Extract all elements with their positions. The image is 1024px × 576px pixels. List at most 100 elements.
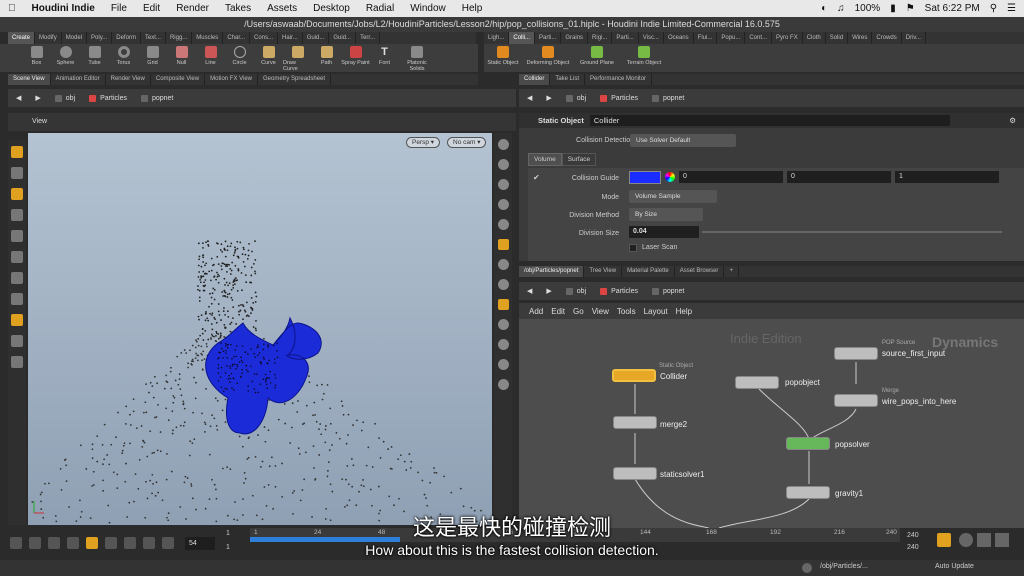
- back-arrow-icon[interactable]: ◀: [527, 287, 532, 295]
- wifi-icon[interactable]: ◐: [821, 3, 827, 14]
- tab-render-view[interactable]: Render View: [106, 74, 151, 85]
- tool-draw-curve[interactable]: Draw Curve: [283, 44, 312, 72]
- path-obj[interactable]: obj: [565, 94, 586, 102]
- tab-tree-view[interactable]: Tree View: [584, 266, 623, 277]
- color-wheel-icon[interactable]: [665, 172, 675, 182]
- home-icon[interactable]: [497, 379, 509, 390]
- shelf-tab[interactable]: Char...: [223, 32, 250, 44]
- tab-performance-monitor[interactable]: Performance Monitor: [585, 74, 653, 85]
- tab-animation-editor[interactable]: Animation Editor: [51, 74, 106, 85]
- ghost-icon[interactable]: [497, 159, 509, 170]
- shelf-tab[interactable]: Crowds: [872, 32, 902, 44]
- tool-tube[interactable]: Tube: [80, 44, 109, 72]
- shelf-tab[interactable]: Deform: [112, 32, 141, 44]
- shelf-tab[interactable]: Parti...: [612, 32, 639, 44]
- grid-view-icon[interactable]: [497, 359, 509, 370]
- tool-spray-paint[interactable]: Spray Paint: [341, 44, 370, 72]
- shelf-tab[interactable]: Oceans: [664, 32, 694, 44]
- shelf-tab[interactable]: Solid: [826, 32, 849, 44]
- tab-material-palette[interactable]: Material Palette: [622, 266, 675, 277]
- node-gravity1[interactable]: [786, 486, 830, 499]
- laser-scan-checkbox[interactable]: [629, 244, 637, 252]
- forward-arrow-icon[interactable]: ▶: [35, 94, 40, 102]
- wireframe-icon[interactable]: [497, 219, 509, 230]
- menu-go[interactable]: Go: [573, 307, 584, 316]
- node-source-first-input[interactable]: [834, 347, 878, 360]
- tool-curve[interactable]: Curve: [254, 44, 283, 72]
- division-method-dropdown[interactable]: By Size: [629, 208, 703, 221]
- node-merge2[interactable]: [613, 416, 657, 429]
- persp-icon[interactable]: [497, 239, 509, 250]
- division-size-slider[interactable]: [702, 231, 1002, 233]
- path-particles[interactable]: Particles: [600, 287, 638, 295]
- normals-icon[interactable]: [497, 279, 509, 290]
- menu-tools[interactable]: Tools: [617, 307, 636, 316]
- shelf-tab[interactable]: Text...: [141, 32, 166, 44]
- tab-network-path[interactable]: /obj/Particles/popnet: [519, 266, 585, 277]
- guide-g-field[interactable]: 0: [787, 171, 891, 183]
- mode-dropdown[interactable]: Volume Sample: [629, 190, 717, 203]
- collision-detection-dropdown[interactable]: Use Solver Default: [630, 134, 736, 147]
- clock[interactable]: Sat 6:22 PM: [925, 3, 980, 14]
- gear-icon[interactable]: ⚙: [1009, 116, 1016, 125]
- shelf-tab[interactable]: Terr...: [356, 32, 381, 44]
- backface-icon[interactable]: [497, 339, 509, 350]
- tab-asset-browser[interactable]: Asset Browser: [675, 266, 725, 277]
- shelf-tab[interactable]: Cloth: [803, 32, 826, 44]
- tool-grid[interactable]: Grid: [138, 44, 167, 72]
- auto-update-dropdown[interactable]: Auto Update: [935, 563, 974, 570]
- menu-add[interactable]: Add: [529, 307, 543, 316]
- guide-r-field[interactable]: 0: [679, 171, 783, 183]
- tab-volume[interactable]: Volume: [528, 153, 562, 166]
- render-icon[interactable]: [11, 314, 23, 326]
- shelf-tab[interactable]: Muscles: [192, 32, 224, 44]
- node-wire-pops-into-here[interactable]: [834, 394, 878, 407]
- path-popnet[interactable]: popnet: [140, 94, 173, 102]
- forward-arrow-icon[interactable]: ▶: [546, 287, 551, 295]
- menu-desktop[interactable]: Desktop: [313, 3, 350, 14]
- shelf-tab[interactable]: Colli...: [509, 32, 536, 44]
- battery-icon[interactable]: ▮: [890, 3, 896, 14]
- node-name-field[interactable]: Collider: [589, 115, 950, 126]
- points-icon[interactable]: [497, 259, 509, 270]
- shelf-tab[interactable]: Hair...: [278, 32, 303, 44]
- tool-terrain-object[interactable]: Terrain Object: [620, 44, 668, 72]
- shelf-tab[interactable]: Popu...: [717, 32, 746, 44]
- tab-geometry-spreadsheet[interactable]: Geometry Spreadsheet: [258, 74, 332, 85]
- shelf-tab[interactable]: Ligh...: [484, 32, 510, 44]
- tool-path[interactable]: Path: [312, 44, 341, 72]
- shelf-tab[interactable]: Create: [8, 32, 36, 44]
- shelf-tab[interactable]: Grains: [561, 32, 589, 44]
- tool-torus[interactable]: Torus: [109, 44, 138, 72]
- network-editor[interactable]: Indie Edition Dynamics Static Object Col…: [519, 319, 1024, 528]
- guide-b-field[interactable]: 1: [895, 171, 999, 183]
- shading-icon[interactable]: [497, 199, 509, 210]
- shelf-tab[interactable]: Parti...: [535, 32, 562, 44]
- tab-collider[interactable]: Collider: [519, 74, 551, 85]
- viewport-3d[interactable]: Persp ▾ No cam ▾: [28, 133, 492, 525]
- add-tab-icon[interactable]: +: [724, 266, 739, 277]
- back-arrow-icon[interactable]: ◀: [527, 94, 532, 102]
- node-collider[interactable]: [612, 369, 656, 382]
- division-size-field[interactable]: 0.04: [629, 226, 699, 238]
- menu-layout[interactable]: Layout: [644, 307, 668, 316]
- tab-motion-fx-view[interactable]: Motion FX View: [205, 74, 259, 85]
- tab-surface[interactable]: Surface: [561, 153, 597, 166]
- menu-radial[interactable]: Radial: [366, 3, 394, 14]
- pose-tool-icon[interactable]: [11, 209, 23, 221]
- shelf-tab[interactable]: Pyro FX: [772, 32, 803, 44]
- menu-help[interactable]: Help: [676, 307, 692, 316]
- shelf-tab[interactable]: Model: [62, 32, 88, 44]
- menu-help[interactable]: Help: [462, 3, 483, 14]
- tool-null[interactable]: Null: [167, 44, 196, 72]
- magnet-icon[interactable]: [11, 272, 23, 284]
- shelf-tab[interactable]: Visc...: [639, 32, 664, 44]
- node-popobject[interactable]: [735, 376, 779, 389]
- menu-view[interactable]: View: [592, 307, 609, 316]
- shelf-tab[interactable]: Wires: [848, 32, 873, 44]
- volume-icon[interactable]: ♫: [837, 3, 845, 14]
- menu-window[interactable]: Window: [410, 3, 446, 14]
- flag-icon[interactable]: ⚑: [906, 3, 915, 14]
- shelf-tab[interactable]: Guid...: [303, 32, 330, 44]
- shelf-tab[interactable]: Rigg...: [166, 32, 193, 44]
